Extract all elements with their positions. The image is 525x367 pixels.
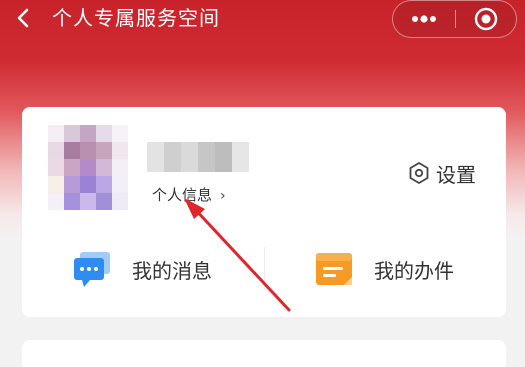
hexagon-gear-icon bbox=[409, 162, 429, 184]
message-bubble-icon bbox=[74, 252, 110, 287]
my-messages-label: 我的消息 bbox=[132, 258, 212, 283]
user-name-obscured bbox=[147, 142, 250, 172]
chevron-right-icon: › bbox=[220, 188, 226, 204]
back-button[interactable] bbox=[10, 4, 36, 32]
settings-button[interactable]: 设置 bbox=[408, 159, 476, 187]
avatar[interactable] bbox=[48, 125, 128, 211]
close-target-icon bbox=[474, 7, 498, 31]
page-title: 个人专属服务空间 bbox=[52, 6, 220, 30]
more-button[interactable] bbox=[393, 1, 455, 37]
secondary-card bbox=[22, 340, 506, 367]
tiles-divider bbox=[264, 247, 265, 291]
back-arrow-icon bbox=[17, 8, 29, 28]
my-tasks-tile[interactable]: 我的办件 bbox=[314, 249, 454, 289]
more-dots-icon bbox=[412, 15, 436, 23]
navigation-bar: 个人专属服务空间 bbox=[0, 0, 525, 40]
document-folder-icon bbox=[316, 253, 352, 285]
profile-card: 个人信息 › 设置 我的消息 我的办件 bbox=[22, 107, 506, 317]
close-button[interactable] bbox=[456, 1, 516, 37]
settings-label: 设置 bbox=[436, 162, 476, 187]
personal-info-label: 个人信息 bbox=[152, 186, 213, 204]
miniprogram-capsule bbox=[392, 0, 517, 38]
my-tasks-label: 我的办件 bbox=[374, 258, 454, 283]
my-messages-tile[interactable]: 我的消息 bbox=[72, 249, 212, 289]
personal-info-link[interactable]: 个人信息 › bbox=[152, 185, 226, 205]
